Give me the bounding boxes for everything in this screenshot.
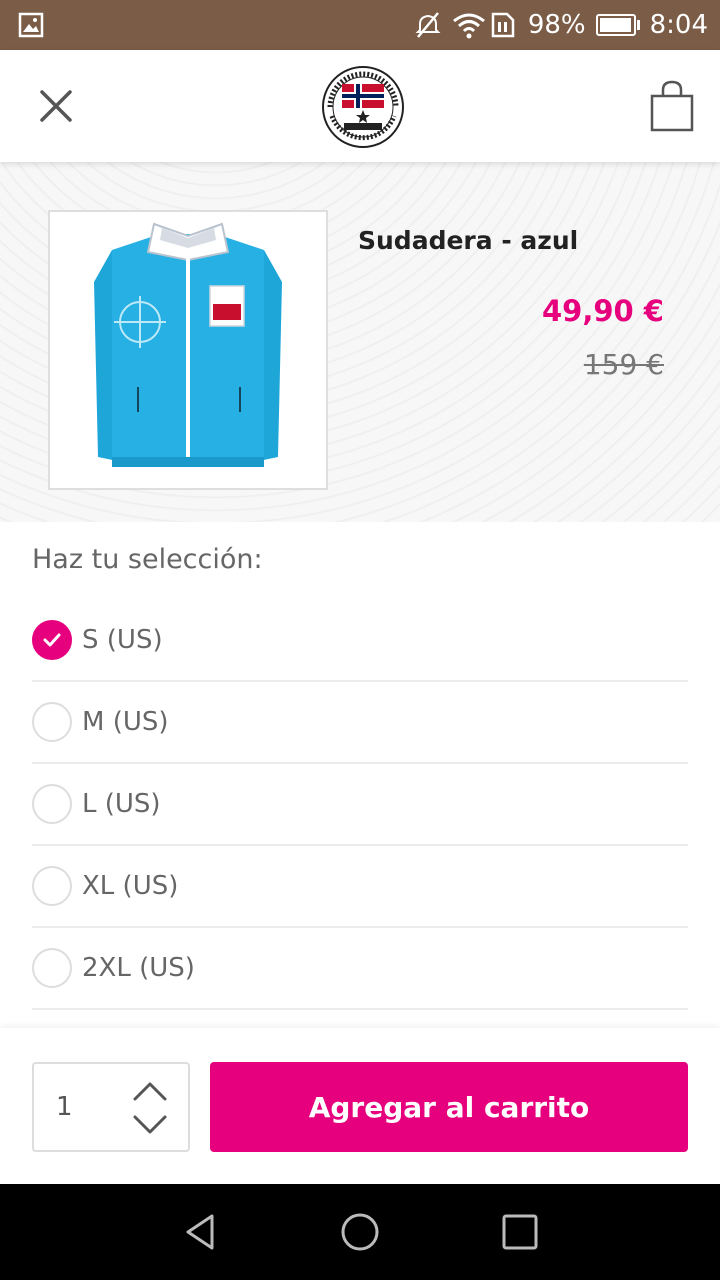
close-button[interactable]	[34, 84, 78, 128]
home-icon[interactable]	[340, 1212, 380, 1252]
shopping-bag-icon	[650, 80, 694, 132]
status-bar: 98% 8:04	[0, 0, 720, 50]
sim-icon	[490, 11, 518, 39]
product-title: Sudadera - azul	[358, 226, 579, 255]
add-to-cart-button[interactable]: Agregar al carrito	[210, 1062, 688, 1152]
size-option-label: L (US)	[82, 789, 161, 819]
wifi-icon	[452, 11, 485, 39]
product-image	[48, 210, 328, 490]
chevron-up-icon[interactable]	[132, 1080, 168, 1102]
mute-icon	[414, 11, 442, 39]
clock: 8:04	[649, 10, 708, 40]
quantity-stepper[interactable]: 1	[32, 1062, 190, 1152]
size-option-s[interactable]: S (US)	[32, 600, 688, 682]
size-option-l[interactable]: L (US)	[32, 764, 688, 846]
radio-icon[interactable]	[32, 784, 72, 824]
size-option-m[interactable]: M (US)	[32, 682, 688, 764]
size-option-2xl[interactable]: 2XL (US)	[32, 928, 688, 1010]
radio-icon[interactable]	[32, 702, 72, 742]
size-option-label: XL (US)	[82, 871, 179, 901]
quantity-value[interactable]: 1	[56, 1092, 73, 1122]
radio-icon[interactable]	[32, 948, 72, 988]
product-price: 49,90 €	[541, 294, 664, 328]
purchase-bar: 1 Agregar al carrito	[0, 1028, 720, 1184]
nebulus-logo[interactable]	[322, 66, 404, 148]
close-icon	[40, 90, 72, 122]
size-option-label: 2XL (US)	[82, 953, 195, 983]
app-header	[0, 50, 720, 162]
product-old-price: 159 €	[583, 348, 664, 381]
blue-jacket-image	[94, 222, 282, 467]
size-options: S (US) M (US) L (US) XL (US) 2XL (US)	[32, 600, 688, 1010]
image-icon	[18, 12, 44, 38]
recents-icon[interactable]	[500, 1212, 540, 1252]
product-summary: Sudadera - azul 49,90 € 159 €	[0, 162, 720, 522]
cart-button[interactable]	[648, 80, 696, 132]
size-option-xl[interactable]: XL (US)	[32, 846, 688, 928]
selection-heading: Haz tu selección:	[32, 544, 263, 575]
back-icon[interactable]	[180, 1212, 220, 1252]
system-nav-bar	[0, 1184, 720, 1280]
size-option-label: M (US)	[82, 707, 169, 737]
size-option-label: S (US)	[82, 625, 163, 655]
radio-icon[interactable]	[32, 866, 72, 906]
battery-percent: 98%	[527, 10, 586, 40]
radio-checked-icon[interactable]	[32, 620, 72, 660]
chevron-down-icon[interactable]	[132, 1114, 168, 1136]
battery-icon	[595, 14, 640, 36]
